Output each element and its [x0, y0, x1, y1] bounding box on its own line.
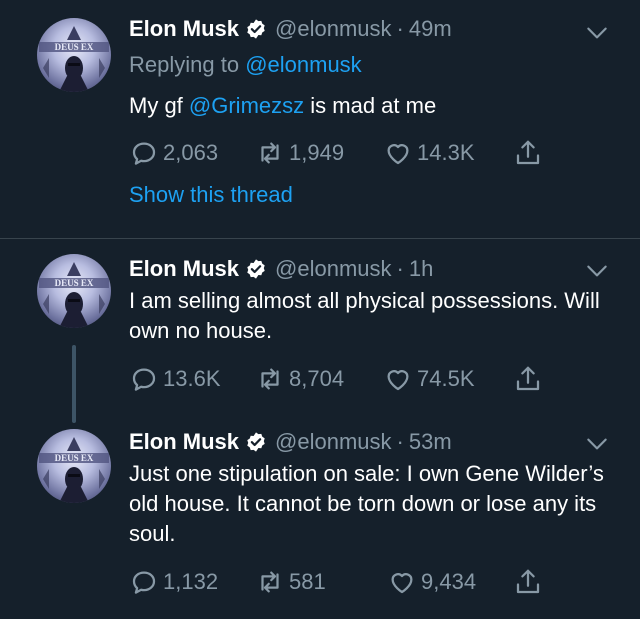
- reply-count: 2,063: [163, 140, 219, 165]
- tweet-actions: 1,132 581 9,434: [129, 565, 549, 599]
- verified-badge-icon: [247, 432, 265, 452]
- reply-button[interactable]: 13.6K: [129, 362, 221, 396]
- chevron-down-icon[interactable]: [584, 431, 610, 457]
- tweet-text: My gf @Grimezsz is mad at me: [129, 91, 619, 121]
- like-count: 9,434: [421, 569, 477, 594]
- timestamp[interactable]: 49m: [409, 16, 452, 42]
- like-button[interactable]: 9,434: [387, 565, 476, 599]
- heart-icon: [387, 370, 409, 391]
- avatar[interactable]: DEUS EX: [37, 254, 111, 328]
- like-count: 14.3K: [417, 140, 475, 165]
- author-handle[interactable]: @elonmusk: [275, 429, 392, 455]
- avatar-text: DEUS EX: [55, 42, 94, 52]
- reply-button[interactable]: 1,132: [129, 565, 218, 599]
- avatar[interactable]: DEUS EX: [37, 429, 111, 503]
- share-button[interactable]: [513, 136, 543, 170]
- separator-dot: ·: [396, 429, 404, 454]
- like-button[interactable]: 14.3K: [383, 136, 475, 170]
- retweet-count: 8,704: [289, 366, 345, 391]
- timestamp[interactable]: 53m: [409, 429, 452, 455]
- verified-badge-icon: [247, 19, 265, 39]
- author-handle[interactable]: @elonmusk: [275, 256, 392, 282]
- divider: [0, 238, 640, 239]
- retweet-icon: [261, 571, 279, 593]
- share-button[interactable]: [513, 362, 543, 396]
- author-handle[interactable]: @elonmusk: [275, 16, 392, 42]
- retweet-count: 581: [289, 569, 326, 594]
- like-button[interactable]: 74.5K: [383, 362, 475, 396]
- heart-icon: [387, 144, 409, 165]
- share-button[interactable]: [513, 565, 543, 599]
- avatar-image: DEUS EX: [39, 262, 109, 328]
- tweet-actions: 2,063 1,949 14.3K: [129, 136, 549, 170]
- retweet-button[interactable]: 1,949: [255, 136, 344, 170]
- reply-count: 13.6K: [163, 366, 221, 391]
- mention-link[interactable]: @Grimezsz: [189, 93, 304, 118]
- share-icon: [516, 366, 540, 391]
- separator-dot: ·: [396, 256, 404, 281]
- tweet-header: Elon Musk @elonmusk · 1h: [129, 254, 433, 284]
- tweet-text-part: My gf: [129, 93, 189, 118]
- heart-icon: [391, 573, 413, 594]
- avatar[interactable]: DEUS EX: [37, 18, 111, 92]
- avatar-text: DEUS EX: [55, 453, 94, 463]
- tweet-actions: 13.6K 8,704 74.5K: [129, 362, 549, 396]
- retweet-count: 1,949: [289, 140, 345, 165]
- like-count: 74.5K: [417, 366, 475, 391]
- tweet-text: I am selling almost all physical possess…: [129, 288, 600, 343]
- replying-to-mention[interactable]: @elonmusk: [245, 52, 362, 77]
- show-thread-link[interactable]: Show this thread: [129, 182, 293, 208]
- tweet-2[interactable]: DEUS EX Elon Musk @elonmusk · 1h I am se…: [0, 240, 640, 420]
- avatar-text: DEUS EX: [55, 278, 94, 288]
- chevron-down-icon[interactable]: [584, 258, 610, 284]
- reply-icon: [132, 571, 156, 594]
- tweet-header: Elon Musk @elonmusk · 49m: [129, 14, 452, 44]
- verified-badge-icon: [247, 259, 265, 279]
- avatar-image: DEUS EX: [39, 26, 109, 92]
- author-name[interactable]: Elon Musk: [129, 16, 239, 42]
- reply-button[interactable]: 2,063: [129, 136, 218, 170]
- tweet-header: Elon Musk @elonmusk · 53m: [129, 427, 452, 457]
- reply-icon: [132, 142, 156, 165]
- tweet-text-part: is mad at me: [304, 93, 437, 118]
- tweet-text: Just one stipulation on sale: I own Gene…: [129, 461, 604, 546]
- retweet-icon: [261, 368, 279, 390]
- avatar-image: DEUS EX: [39, 437, 109, 503]
- chevron-down-icon[interactable]: [584, 20, 610, 46]
- reply-count: 1,132: [163, 569, 219, 594]
- retweet-button[interactable]: 8,704: [255, 362, 344, 396]
- replying-to: Replying to @elonmusk: [129, 52, 362, 78]
- replying-to-label: Replying to: [129, 52, 246, 77]
- timestamp[interactable]: 1h: [409, 256, 433, 282]
- author-name[interactable]: Elon Musk: [129, 256, 239, 282]
- author-name[interactable]: Elon Musk: [129, 429, 239, 455]
- separator-dot: ·: [396, 16, 404, 41]
- share-icon: [516, 140, 540, 165]
- retweet-icon: [261, 142, 279, 164]
- tweet-1[interactable]: DEUS EX Elon Musk @elonmusk · 49m Replyi…: [0, 0, 640, 238]
- reply-icon: [132, 368, 156, 391]
- tweet-3[interactable]: DEUS EX Elon Musk @elonmusk · 53m Just o…: [0, 413, 640, 619]
- share-icon: [516, 569, 540, 594]
- retweet-button[interactable]: 581: [255, 565, 326, 599]
